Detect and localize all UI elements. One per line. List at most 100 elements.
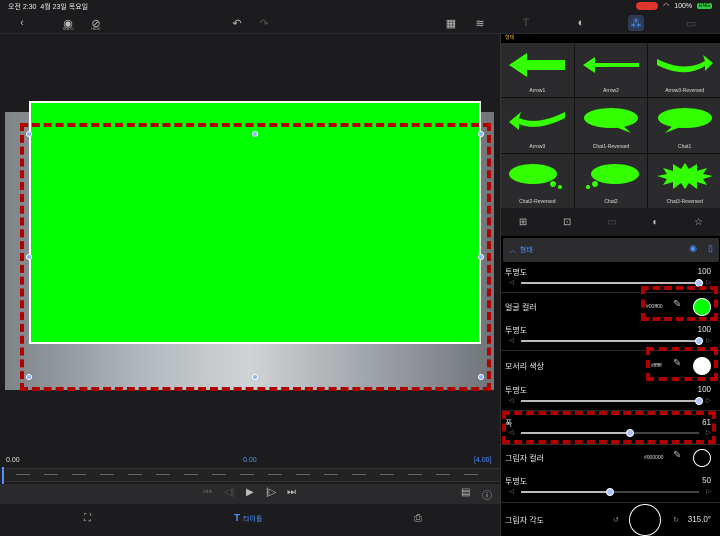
track-tick (240, 474, 254, 475)
track-tick (156, 474, 170, 475)
increment-icon[interactable]: ▷ (706, 337, 711, 344)
track-tick (408, 474, 422, 475)
shadow-angle-dial[interactable] (629, 504, 661, 536)
shape-preview-icon (509, 112, 566, 131)
wifi-icon: ◠ (663, 3, 670, 10)
shape-category: 형태 (505, 35, 515, 41)
shape-tile-arrow3-reversed[interactable]: Arrow3-Reversed (648, 43, 720, 98)
opacity-label: 투명도 (505, 477, 528, 486)
image-button[interactable]: ▭ (683, 15, 699, 31)
hide-toggle[interactable]: ⊘ HIDE (88, 15, 104, 32)
track-tick (44, 474, 58, 475)
shape-tile-arrow2[interactable]: Arrow2 (574, 43, 648, 98)
section-header[interactable]: ︿ 형태 ◉ ▯ (503, 238, 719, 262)
battery-icon: ENG (697, 3, 712, 9)
timeline-track[interactable] (0, 467, 500, 485)
decrement-icon[interactable]: ◁ (509, 337, 514, 344)
play-icon[interactable]: ▶ (246, 487, 254, 498)
timeline-end: [4.00] (474, 457, 492, 464)
eye-icon[interactable]: ◉ (689, 243, 697, 254)
clipboard-icon[interactable]: ▤ (461, 487, 470, 498)
text-icon: T (522, 17, 530, 29)
track-tick (464, 474, 478, 475)
shape-tile-arrow3[interactable]: Arrow3 (501, 98, 574, 153)
track-tick (324, 474, 338, 475)
skip-start-icon[interactable]: ⏮ (203, 487, 212, 498)
timeline-current: 0.00 (243, 457, 257, 464)
shape-label: Chat3-Reversed (666, 199, 703, 205)
shape-preview-icon (509, 53, 566, 77)
shape-tile-chat2[interactable]: Chat2 (574, 153, 648, 208)
shape-preview-icon (585, 163, 639, 189)
increment-icon[interactable]: ▷ (706, 279, 711, 286)
sticker-button[interactable]: ◐ (573, 15, 589, 31)
track-tick (184, 474, 198, 475)
shape-grid: Arrow1 Arrow2 Arrow3-Reversed Arrow3 Chat1-R… (501, 43, 720, 208)
opacity-label: 투명도 (505, 268, 528, 277)
transport-controls: ⏮ ◁| ▶ |▷ ⏭ ▤ ⓘ (0, 484, 500, 504)
chevron-left-icon: ‹ (20, 17, 24, 29)
properties-panel: ︿ 형태 ◉ ▯ 투명도 100 ◁ ▷ 얼굴 컬러 #00ff00 ✎ 투명도… (501, 236, 720, 536)
back-button[interactable]: ‹ (14, 15, 30, 31)
shape-label: Arrow3 (529, 143, 546, 150)
shape-tile-arrow1[interactable]: Arrow1 (501, 43, 574, 98)
help-icon[interactable]: ⓘ (482, 487, 492, 502)
track-tick (128, 474, 142, 475)
redo-button[interactable]: ↷ (256, 15, 272, 31)
shape-preview-icon (656, 55, 713, 73)
step-back-icon[interactable]: ◁| (224, 487, 234, 498)
step-forward-icon[interactable]: |▷ (266, 487, 276, 498)
status-bar: 오전 2:30 4월 23일 목요일 ◠ 100% ENG (0, 0, 720, 12)
divider (501, 444, 720, 445)
trash-icon[interactable]: ▯ (708, 243, 713, 254)
rotate-cw-icon: ↻ (673, 517, 679, 524)
top-toolbar: ‹ ◉ SOLO ⊘ HIDE ↶ ↷ ▦ ≋ T ◐ ⁂ ▭ (0, 12, 720, 34)
export-icon[interactable]: ⎙ (414, 513, 422, 524)
shadow-color-swatch[interactable] (693, 449, 711, 467)
sticker-icon: ◐ (577, 17, 585, 29)
divider (501, 502, 720, 503)
shape-tile-chat1-reversed[interactable]: Chat1-Reversed (574, 98, 648, 153)
solo-toggle[interactable]: ◉ SOLO (60, 15, 76, 32)
layers-button[interactable]: ≋ (472, 15, 488, 31)
decrement-icon[interactable]: ◁ (509, 279, 514, 286)
shadow-opacity-slider[interactable]: ◁ ▷ (509, 488, 711, 496)
shape-tile-chat3-reversed[interactable]: Chat3-Reversed (648, 153, 720, 208)
track-tick (352, 474, 366, 475)
title-tab[interactable]: T 타이틀 (234, 513, 262, 524)
track-tick (100, 474, 114, 475)
track-tick (436, 474, 450, 475)
status-time: 오전 2:30 4월 23일 목요일 (8, 4, 89, 11)
add-icon[interactable]: ⊞ (519, 217, 527, 228)
decrement-icon[interactable]: ◁ (509, 397, 514, 404)
shape-tile-chat2-reversed[interactable]: Chat2-Reversed (501, 153, 574, 208)
track-tick (268, 474, 282, 475)
eyedropper-icon[interactable]: ✎ (673, 450, 681, 461)
battery-percent: 100% (674, 2, 693, 10)
opacity-value: 100 (697, 325, 711, 334)
opacity-slider[interactable]: ◁ ▷ (509, 397, 711, 405)
undo-button[interactable]: ↶ (229, 15, 245, 31)
undo-icon: ↶ (232, 17, 242, 30)
shape-label: Arrow3-Reversed (665, 88, 705, 95)
opacity-slider[interactable]: ◁ ▷ (509, 337, 711, 345)
track-tick (212, 474, 226, 475)
sticker-store-icon[interactable]: ◐ (652, 217, 658, 228)
skip-end-icon[interactable]: ⏭ (287, 487, 296, 498)
shapes-button[interactable]: ⁂ (628, 15, 644, 31)
playhead[interactable] (2, 467, 4, 485)
increment-icon[interactable]: ▷ (706, 488, 711, 495)
add-folder-icon[interactable]: ⊡ (563, 217, 571, 228)
status-right: ◠ 100% ENG (636, 2, 712, 10)
decrement-icon[interactable]: ◁ (509, 488, 514, 495)
increment-icon[interactable]: ▷ (706, 397, 711, 404)
edge-color-label: 모서리 색상 (505, 362, 545, 371)
opacity-value: 100 (697, 267, 711, 276)
highlight-annotation-canvas (20, 123, 491, 391)
folder-icon[interactable]: ▭ (607, 217, 616, 228)
grid-button[interactable]: ▦ (443, 15, 459, 31)
favorite-star-icon[interactable]: ☆ (694, 217, 703, 228)
shape-tile-chat1[interactable]: Chat1 (648, 98, 720, 153)
text-tool-button[interactable]: T (518, 15, 534, 31)
fit-screen-icon[interactable]: ⛶ (84, 513, 91, 524)
